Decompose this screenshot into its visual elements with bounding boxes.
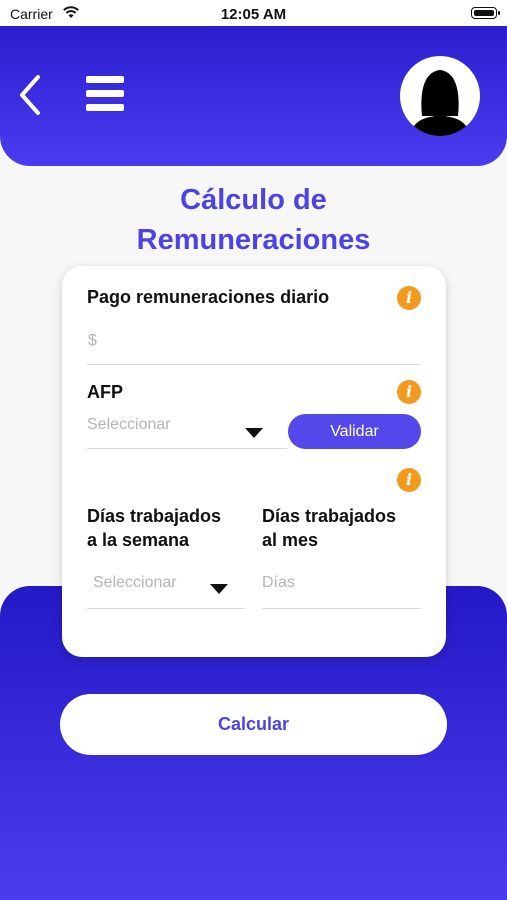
pago-label: Pago remuneraciones diario	[87, 287, 330, 307]
menu-button[interactable]	[86, 76, 124, 112]
page-title: Cálculo de Remuneraciones	[0, 180, 507, 260]
afp-select[interactable]: Seleccionar	[87, 408, 287, 449]
header-bar	[0, 26, 507, 166]
page-title-line2: Remuneraciones	[136, 224, 371, 256]
chevron-down-icon	[210, 584, 228, 594]
afp-label: AFP	[87, 382, 123, 402]
avatar[interactable]	[400, 56, 480, 136]
hamburger-menu-icon	[86, 76, 124, 83]
dias-mes-placeholder: Días	[262, 574, 295, 591]
user-avatar-icon	[410, 70, 470, 136]
status-bar: Carrier 12:05 AM	[0, 0, 507, 26]
info-icon[interactable]: i	[397, 380, 421, 404]
pago-placeholder: $	[88, 332, 97, 349]
battery-icon	[471, 7, 500, 19]
chevron-left-icon	[20, 75, 40, 115]
dias-semana-placeholder: Seleccionar	[93, 574, 177, 591]
calcular-button[interactable]: Calcular	[60, 694, 447, 755]
afp-placeholder: Seleccionar	[87, 416, 171, 433]
info-icon[interactable]: i	[397, 286, 421, 310]
page-title-line1: Cálculo de	[180, 184, 327, 216]
chevron-down-icon	[245, 428, 263, 438]
validar-button[interactable]: Validar	[288, 414, 421, 449]
dias-mes-input[interactable]: Días	[262, 566, 421, 609]
dias-semana-select[interactable]: Seleccionar	[87, 566, 245, 609]
status-time: 12:05 AM	[220, 6, 287, 23]
pago-input[interactable]: $	[87, 324, 421, 365]
back-button[interactable]	[16, 74, 48, 116]
info-icon[interactable]: i	[397, 468, 421, 492]
